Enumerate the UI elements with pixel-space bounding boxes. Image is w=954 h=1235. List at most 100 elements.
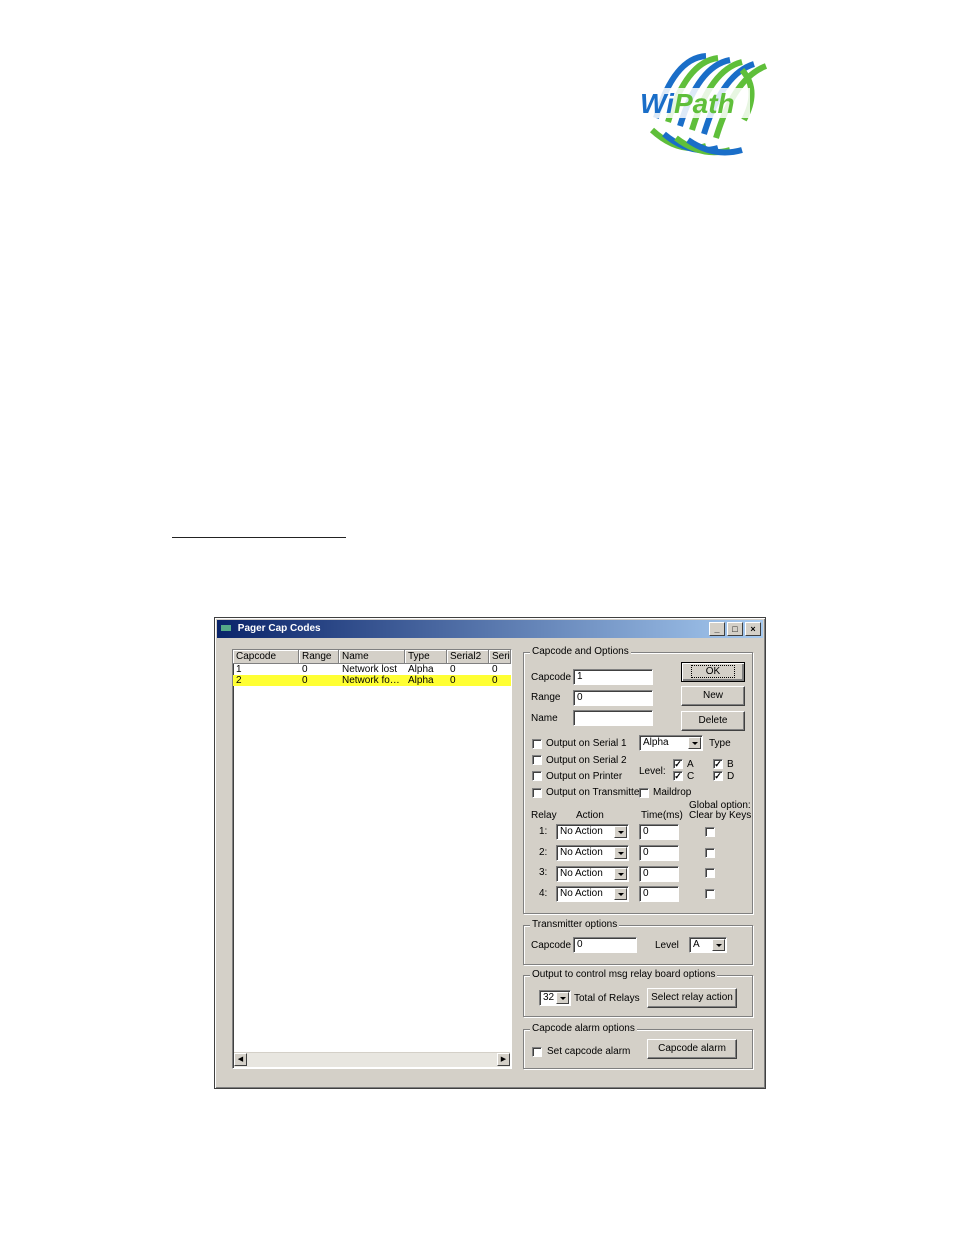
cell-capcode: 2: [236, 675, 242, 686]
serial1-checkbox[interactable]: [532, 739, 542, 749]
serial2-checkbox[interactable]: [532, 755, 542, 765]
name-input[interactable]: [573, 710, 653, 726]
type-label: Type: [709, 738, 731, 749]
chevron-down-icon[interactable]: [614, 847, 627, 859]
cell-type: Alpha: [408, 664, 434, 675]
cell-capcode: 1: [236, 664, 242, 675]
group-title: Transmitter options: [530, 919, 620, 930]
svg-text:WiPath: WiPath: [640, 88, 735, 119]
chevron-down-icon[interactable]: [556, 992, 569, 1004]
capcode-label: Capcode: [531, 672, 572, 683]
relay-number: 2:: [539, 847, 548, 858]
level-b-checkbox[interactable]: ✓: [713, 759, 723, 769]
cell-range: 0: [302, 675, 308, 686]
transmitter-level-select[interactable]: A: [689, 937, 727, 953]
select-relay-action-button[interactable]: Select relay action: [647, 988, 737, 1008]
group-title: Output to control msg relay board option…: [530, 969, 718, 980]
total-relays-select[interactable]: 32: [539, 990, 571, 1006]
relay-time-input[interactable]: 0: [639, 886, 679, 902]
capcode-list[interactable]: Capcode Range Name Type Serial2 Seri 1 0…: [232, 649, 512, 1069]
relay-column-header: Relay: [531, 810, 557, 821]
relay-number: 1:: [539, 826, 548, 837]
list-header: Capcode Range Name Type Serial2 Seri: [233, 650, 511, 664]
cell-serial2: 0: [450, 675, 456, 686]
column-header-capcode[interactable]: Capcode: [233, 650, 299, 664]
relay-action-value: No Action: [560, 868, 603, 879]
level-c-checkbox[interactable]: ✓: [673, 771, 683, 781]
scroll-left-icon[interactable]: ◀: [234, 1053, 247, 1066]
action-column-header: Action: [576, 810, 604, 821]
transmitter-checkbox[interactable]: [532, 788, 542, 798]
total-relays-label: Total of Relays: [574, 993, 640, 1004]
transmitter-capcode-input[interactable]: 0: [573, 937, 637, 953]
scroll-right-icon[interactable]: ▶: [497, 1053, 510, 1066]
chevron-down-icon[interactable]: [712, 939, 725, 951]
serial2-label: Output on Serial 2: [546, 755, 627, 766]
maildrop-label: Maildrop: [653, 787, 692, 798]
cell-serial: 0: [492, 675, 498, 686]
cell-range: 0: [302, 664, 308, 675]
clear-by-keys-checkbox[interactable]: [705, 827, 715, 837]
level-d-checkbox[interactable]: ✓: [713, 771, 723, 781]
capcode-alarm-button[interactable]: Capcode alarm: [647, 1039, 737, 1059]
relay-time-input[interactable]: 0: [639, 845, 679, 861]
printer-checkbox[interactable]: [532, 771, 542, 781]
delete-button[interactable]: Delete: [681, 711, 745, 731]
close-button[interactable]: ×: [745, 622, 761, 636]
maximize-button[interactable]: □: [727, 622, 743, 636]
wipath-logo: WiPath: [638, 53, 768, 156]
type-select[interactable]: Alpha: [639, 735, 703, 751]
chevron-down-icon[interactable]: [614, 888, 627, 900]
relay-time-input[interactable]: 0: [639, 824, 679, 840]
chevron-down-icon[interactable]: [688, 737, 701, 749]
set-capcode-alarm-label: Set capcode alarm: [547, 1046, 631, 1057]
range-label: Range: [531, 692, 561, 703]
chevron-down-icon[interactable]: [614, 826, 627, 838]
column-header-type[interactable]: Type: [405, 650, 447, 664]
clear-by-keys-checkbox[interactable]: [705, 848, 715, 858]
column-header-name[interactable]: Name: [339, 650, 405, 664]
table-row-selected[interactable]: 2 0 Network fo… Alpha 0 0: [233, 675, 511, 686]
group-title: Capcode and Options: [530, 646, 631, 657]
relay-action-select[interactable]: No Action: [556, 866, 629, 882]
transmitter-level-label: Level: [655, 940, 679, 951]
level-b-label: B: [727, 759, 734, 770]
cell-serial: 0: [492, 664, 498, 675]
range-input[interactable]: 0: [573, 690, 653, 706]
clear-by-keys-checkbox[interactable]: [705, 868, 715, 878]
serial1-label: Output on Serial 1: [546, 738, 627, 749]
new-button[interactable]: New: [681, 686, 745, 706]
relay-action-select[interactable]: No Action: [556, 824, 629, 840]
column-header-serial2[interactable]: Serial2: [447, 650, 489, 664]
capcode-input[interactable]: 1: [573, 669, 653, 685]
transmitter-label: Output on Transmitter: [546, 787, 643, 798]
relay-number: 3:: [539, 867, 548, 878]
name-label: Name: [531, 713, 558, 724]
level-a-label: A: [687, 759, 694, 770]
window-title: Pager Cap Codes: [237, 623, 321, 634]
time-column-header: Time(ms): [641, 810, 683, 821]
minimize-button[interactable]: _: [709, 622, 725, 636]
maildrop-checkbox[interactable]: [639, 788, 649, 798]
set-capcode-alarm-checkbox[interactable]: [532, 1047, 542, 1057]
title-bar[interactable]: Pager Cap Codes _ □ ×: [217, 620, 763, 638]
level-label: Level:: [639, 766, 666, 777]
total-relays-value: 32: [543, 992, 555, 1003]
relay-time-input[interactable]: 0: [639, 866, 679, 882]
relay-action-select[interactable]: No Action: [556, 845, 629, 861]
column-header-range[interactable]: Range: [299, 650, 339, 664]
relay-number: 4:: [539, 888, 548, 899]
chevron-down-icon[interactable]: [614, 868, 627, 880]
level-d-label: D: [727, 771, 735, 782]
table-row[interactable]: 1 0 Network lost Alpha 0 0: [233, 664, 511, 675]
ok-button[interactable]: OK: [681, 662, 745, 682]
horizontal-scrollbar[interactable]: ◀ ▶: [234, 1052, 510, 1067]
level-a-checkbox[interactable]: ✓: [673, 759, 683, 769]
cell-name: Network lost: [342, 664, 398, 675]
transmitter-capcode-label: Capcode: [531, 940, 572, 951]
relay-action-value: No Action: [560, 826, 603, 837]
relay-action-select[interactable]: No Action: [556, 886, 629, 902]
column-header-serial[interactable]: Seri: [489, 650, 511, 664]
clear-by-keys-checkbox[interactable]: [705, 889, 715, 899]
printer-label: Output on Printer: [546, 771, 623, 782]
